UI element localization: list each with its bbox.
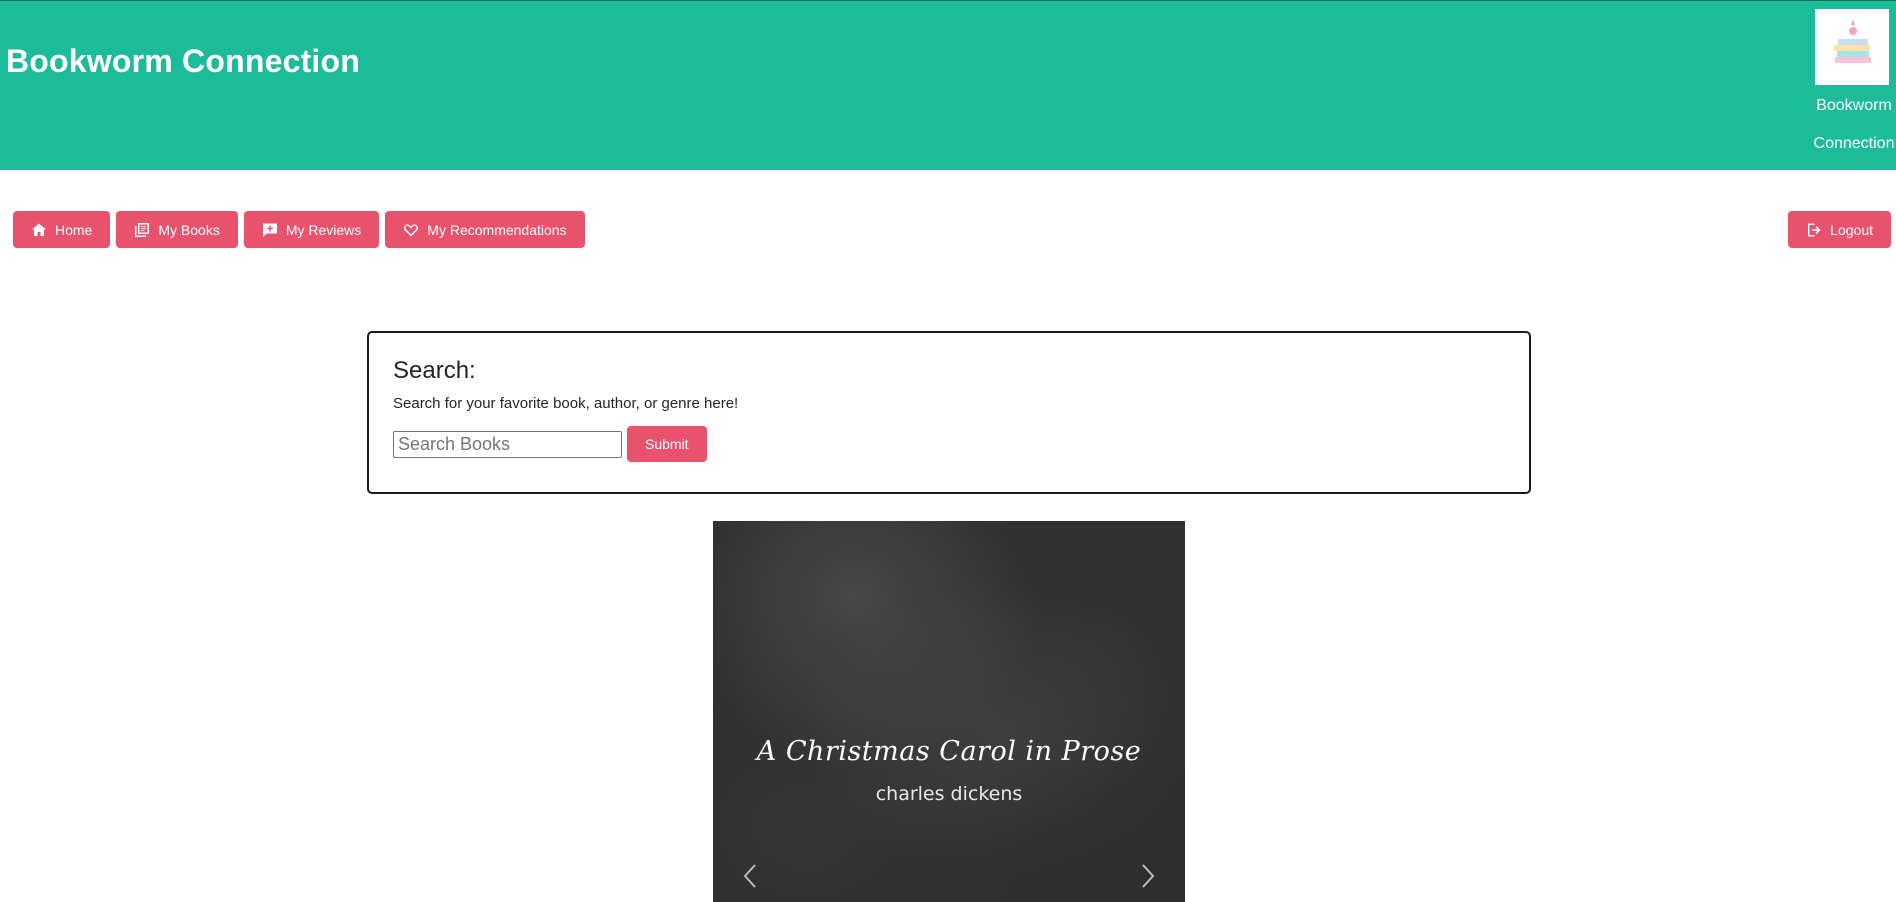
search-description: Search for your favorite book, author, o… (393, 395, 739, 412)
nav-my-reviews-button[interactable]: My Reviews (243, 211, 380, 248)
book-cover-title: A Christmas Carol in Prose (756, 736, 1142, 767)
main-nav: Home My Books My Reviews My Recommendati… (13, 211, 585, 248)
submit-button[interactable]: Submit (627, 426, 707, 462)
logout-button[interactable]: Logout (1788, 211, 1891, 248)
nav-my-recommendations-button[interactable]: My Recommendations (385, 211, 585, 248)
nav-home-label: Home (55, 221, 93, 238)
search-form: Submit (393, 426, 1505, 462)
chevron-right-icon (1142, 864, 1155, 888)
logout-label: Logout (1830, 221, 1873, 238)
nav-my-books-label: My Books (158, 221, 220, 238)
search-card: Search: Search for your favorite book, a… (367, 331, 1531, 494)
heart-icon (404, 224, 419, 236)
brand[interactable]: Bookworm Connection (1810, 9, 1894, 163)
site-header: Bookworm Connection Bookworm Connection (0, 0, 1896, 170)
carousel-next-button[interactable] (1133, 861, 1163, 891)
brand-name-line2: Connection (1813, 135, 1895, 152)
nav-my-books-button[interactable]: My Books (116, 211, 238, 248)
review-icon (262, 223, 277, 237)
home-icon (32, 223, 46, 236)
logout-icon (1808, 223, 1821, 236)
nav-my-reviews-label: My Reviews (285, 221, 362, 238)
book-cover-author: charles dickens (875, 783, 1023, 805)
brand-name-line1: Bookworm (1816, 97, 1892, 114)
book-stack-logo-icon (1815, 9, 1889, 85)
book-carousel[interactable]: A Christmas Carol in Prose charles dicke… (713, 521, 1185, 902)
nav-my-recommendations-label: My Recommendations (427, 221, 567, 238)
books-icon (135, 222, 150, 237)
search-input[interactable] (393, 430, 622, 458)
chevron-left-icon (743, 864, 756, 888)
site-title: Bookworm Connection (6, 43, 361, 79)
search-title: Search: (393, 357, 476, 384)
nav-home-button[interactable]: Home (13, 211, 111, 248)
carousel-prev-button[interactable] (735, 861, 765, 891)
